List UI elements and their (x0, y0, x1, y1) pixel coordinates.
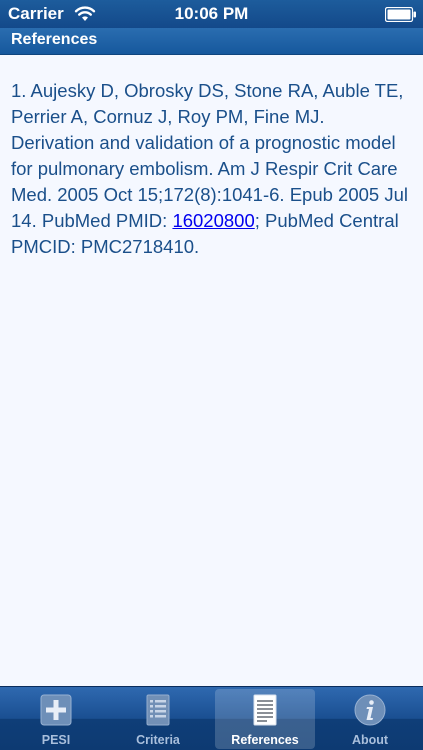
tab-label-references: References (231, 733, 299, 747)
section-title: References (11, 31, 98, 48)
tab-about[interactable]: About (320, 689, 420, 749)
tab-criteria[interactable]: Criteria (108, 689, 208, 749)
document-icon (253, 694, 277, 726)
plus-icon (40, 694, 72, 726)
status-bar: Carrier 10:06 PM (0, 0, 423, 28)
status-time: 10:06 PM (174, 4, 249, 23)
section-header: References (0, 28, 423, 55)
reference-entry: 1. Aujesky D, Obrosky DS, Stone RA, Aubl… (11, 78, 411, 260)
reference-text: 1. Aujesky D, Obrosky DS, Stone RA, Aubl… (11, 80, 408, 231)
battery-icon (385, 7, 416, 22)
pubmed-pmid-link[interactable]: 16020800 (172, 210, 254, 231)
tab-bar: PESI Criteria References About (0, 686, 423, 750)
tab-references[interactable]: References (215, 689, 315, 749)
list-icon (146, 694, 170, 726)
screen: Carrier 10:06 PM References 1. Aujesky D… (0, 0, 423, 750)
info-icon (354, 694, 386, 726)
tab-label-criteria: Criteria (136, 733, 180, 747)
tab-pesi[interactable]: PESI (6, 689, 106, 749)
tab-label-about: About (351, 733, 389, 747)
tab-label-pesi: PESI (41, 733, 71, 747)
